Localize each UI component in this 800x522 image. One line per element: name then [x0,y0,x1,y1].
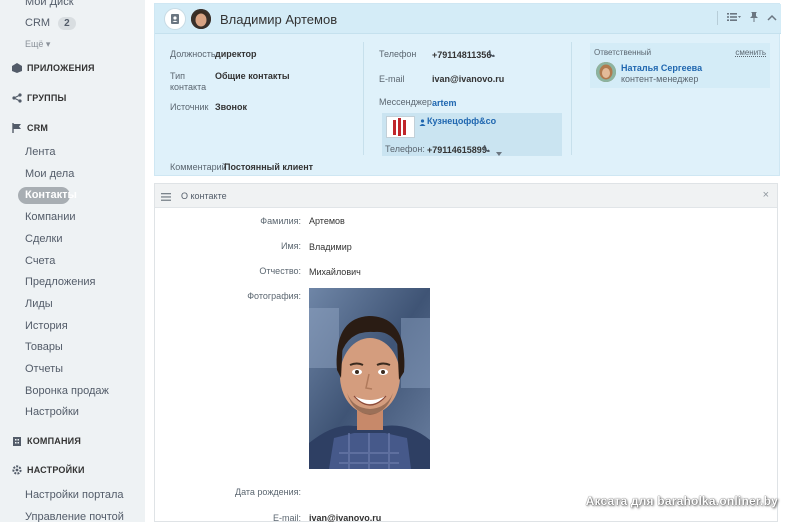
sidebar-item-contacts[interactable]: Контакты [18,187,77,204]
lastname-value: Артемов [309,216,345,226]
company-phone-label: Телефон: [385,144,425,154]
contact-avatar [191,9,211,29]
phone-value[interactable]: +79114811356 [432,50,491,61]
gear-icon [12,465,22,475]
building-icon [12,436,22,446]
sidebar-item-crm-top[interactable]: CRM 2 [25,17,76,30]
sidebar-item-leads[interactable]: Лиды [25,298,53,310]
sidebar-item-history[interactable]: История [25,320,68,332]
responsible-block: Ответственный сменить Наталья Сергеева к… [590,43,770,88]
sidebar-item-label: Мой Диск [25,0,74,8]
sidebar-item-portal-settings[interactable]: Настройки портала [25,489,124,501]
source-value: Звонок [215,102,247,112]
comment-label: Комментарий [170,162,227,172]
contact-book-icon [164,8,186,30]
sidebar-item-companies[interactable]: Компании [25,211,76,223]
position-value: директор [215,49,257,59]
sidebar-item-feed[interactable]: Лента [25,146,55,158]
sidebar-item-products[interactable]: Товары [25,341,63,353]
more-link[interactable]: Ещё ▾ [25,39,50,50]
sidebar-item-quotes[interactable]: Предложения [25,276,96,288]
company-logo [386,116,415,138]
section-label: ГРУППЫ [27,93,67,103]
section-company[interactable]: КОМПАНИЯ [12,436,81,446]
section-crm[interactable]: CRM [12,123,48,133]
pin-icon[interactable] [750,11,758,25]
firstname-value: Владимир [309,242,352,252]
contact-photo [309,288,430,469]
company-phone-value[interactable]: +79114615899 [427,145,487,156]
contact-name: Владимир Артемов [220,12,338,27]
contact-card: Владимир Артемов Должность директор Тип … [154,3,781,176]
collapse-icon[interactable] [767,12,777,24]
position-label: Должность [170,49,216,59]
divider [571,42,572,155]
phone-call-icon[interactable] [488,49,496,61]
section-apps[interactable]: ПРИЛОЖЕНИЯ [12,63,95,73]
responsible-role: контент-менеджер [621,74,699,84]
header-toolbar [717,11,777,25]
main-content: Владимир Артемов Должность директор Тип … [145,0,800,522]
responsible-label: Ответственный [594,48,652,57]
birthday-label: Дата рождения: [235,487,301,497]
sidebar-item-mail[interactable]: Управление почтой [25,511,124,522]
change-responsible-link[interactable]: сменить [735,47,766,58]
sidebar: Мой Диск CRM 2 Ещё ▾ ПРИЛОЖЕНИЯ ГРУППЫ CR… [0,0,145,522]
sidebar-item-my-disk[interactable]: Мой Диск [25,0,74,8]
divider [363,42,364,155]
sidebar-item-reports[interactable]: Отчеты [25,363,63,375]
about-panel-title: О контакте [181,191,227,201]
phone-label: Телефон [379,49,417,59]
phone-call-icon[interactable] [483,144,491,156]
firstname-label: Имя: [280,241,301,251]
flag-icon [12,123,22,133]
close-icon[interactable]: × [763,189,769,201]
email-value[interactable]: ivan@ivanovo.ru [432,74,504,85]
section-groups[interactable]: ГРУППЫ [12,93,67,103]
photo-label: Фотография: [247,291,301,301]
company-name[interactable]: Кузнецофф&co [427,116,496,126]
share-icon [12,93,22,103]
section-label: ПРИЛОЖЕНИЯ [27,63,95,73]
contact-type-value: Общие контакты [215,71,290,81]
menu-icon[interactable] [161,192,171,201]
about-panel-header: О контакте × [155,184,777,208]
patronymic-value: Михайлович [309,267,361,277]
source-label: Источник [170,102,209,112]
sidebar-item-invoices[interactable]: Счета [25,255,55,267]
about-contact-panel: О контакте × Фамилия: Артемов Имя: Влади… [154,183,778,522]
sidebar-item-deals[interactable]: Сделки [25,233,63,245]
email-field-label: E-mail: [272,513,301,522]
divider [717,11,718,25]
responsible-avatar [596,62,616,82]
sidebar-item-funnel[interactable]: Воронка продаж [25,385,109,397]
contact-card-header: Владимир Артемов [155,4,781,34]
comment-value: Постоянный клиент [224,162,314,172]
messenger-value[interactable]: artem [432,98,457,108]
watermark: Аксата для baraholka.onliner.by [585,494,778,508]
section-label: НАСТРОЙКИ [27,465,85,475]
company-person-icon [419,117,426,129]
messenger-label: Мессенджер [379,97,432,107]
company-block: Кузнецофф&co Телефон: +79114615899 [382,113,562,156]
responsible-name[interactable]: Наталья Сергеева [621,63,702,73]
section-settings[interactable]: НАСТРОЙКИ [12,465,85,475]
section-label: КОМПАНИЯ [27,436,81,446]
lastname-label: Фамилия: [260,216,301,226]
sidebar-item-crm-settings[interactable]: Настройки [25,406,79,418]
email-label: E-mail [379,74,405,84]
email-field-value[interactable]: ivan@ivanovo.ru [309,513,381,522]
list-settings-icon[interactable] [727,12,741,25]
patronymic-label: Отчество: [259,266,301,276]
apps-icon [12,63,22,73]
section-label: CRM [27,123,49,133]
sidebar-item-label: CRM [25,17,51,29]
contact-type-label: Тип контакта [170,71,207,92]
counter-badge: 2 [58,17,76,30]
chevron-down-icon[interactable] [496,147,502,159]
sidebar-item-my-tasks[interactable]: Мои дела [25,168,74,180]
